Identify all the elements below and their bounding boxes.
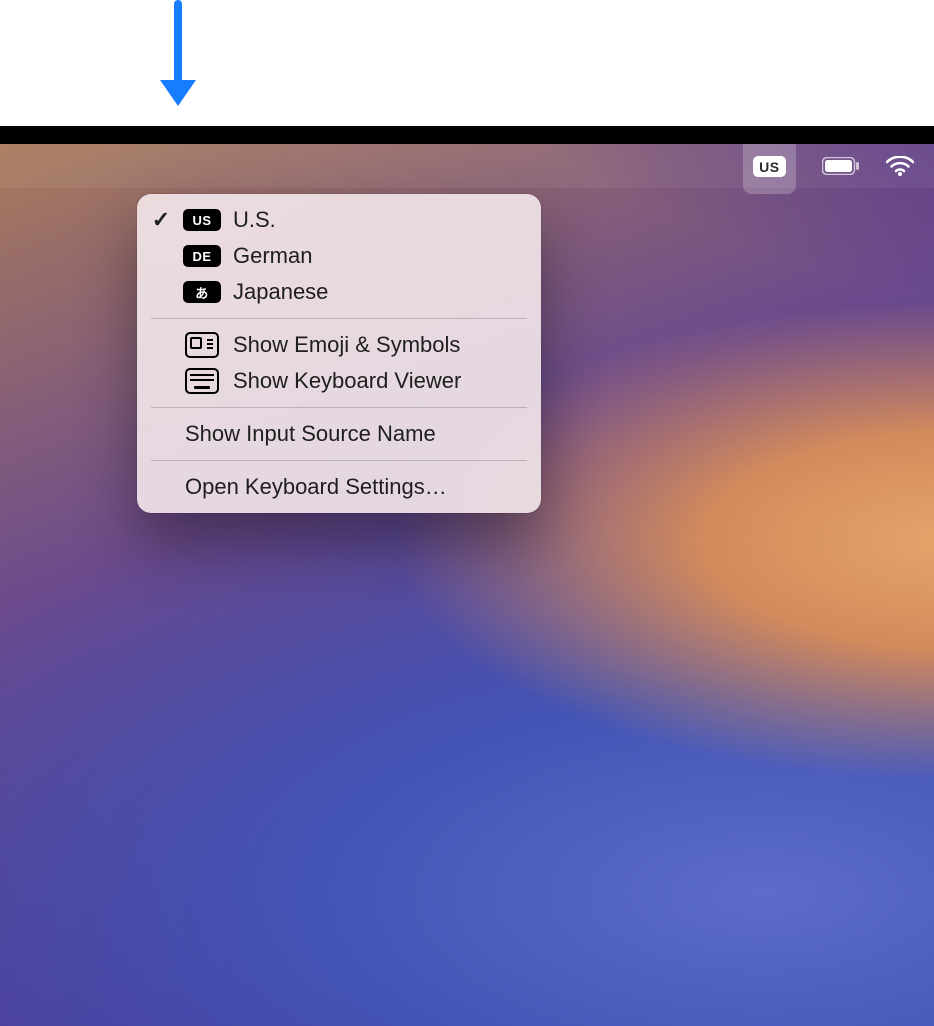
input-source-badge-icon: US bbox=[185, 209, 219, 231]
input-source-label: Japanese bbox=[233, 279, 523, 305]
wifi-icon[interactable] bbox=[886, 144, 914, 188]
input-source-menu: ✓ US U.S. DE German あ Japanese bbox=[137, 194, 541, 513]
menu-item-show-emoji[interactable]: Show Emoji & Symbols bbox=[137, 327, 541, 363]
menu-item-label: Show Emoji & Symbols bbox=[233, 332, 523, 358]
menu-bar: US bbox=[0, 144, 934, 188]
input-source-item-german[interactable]: DE German bbox=[137, 238, 541, 274]
annotation-arrow bbox=[162, 0, 194, 120]
input-source-item-us[interactable]: ✓ US U.S. bbox=[137, 202, 541, 238]
menu-item-label: Show Keyboard Viewer bbox=[233, 368, 523, 394]
menu-item-show-input-source-name[interactable]: Show Input Source Name bbox=[137, 416, 541, 452]
menu-item-label: Show Input Source Name bbox=[185, 421, 523, 447]
screen: US bbox=[0, 144, 934, 1026]
checkmark-icon: ✓ bbox=[151, 207, 171, 233]
menu-separator bbox=[151, 460, 527, 461]
input-source-item-japanese[interactable]: あ Japanese bbox=[137, 274, 541, 310]
input-source-badge-icon: あ bbox=[185, 281, 219, 303]
input-source-label: German bbox=[233, 243, 523, 269]
input-source-badge-icon: DE bbox=[185, 245, 219, 267]
menu-item-show-keyboard-viewer[interactable]: Show Keyboard Viewer bbox=[137, 363, 541, 399]
input-source-label: U.S. bbox=[233, 207, 523, 233]
menu-item-open-keyboard-settings[interactable]: Open Keyboard Settings… bbox=[137, 469, 541, 505]
device-bezel: US bbox=[0, 126, 934, 1026]
input-source-menu-bar-item[interactable]: US bbox=[743, 144, 795, 194]
character-viewer-icon bbox=[185, 332, 219, 358]
battery-icon[interactable] bbox=[822, 144, 860, 188]
menu-separator bbox=[151, 318, 527, 319]
menu-item-label: Open Keyboard Settings… bbox=[185, 474, 523, 500]
keyboard-viewer-icon bbox=[185, 368, 219, 394]
input-source-badge: US bbox=[753, 156, 785, 177]
menu-separator bbox=[151, 407, 527, 408]
